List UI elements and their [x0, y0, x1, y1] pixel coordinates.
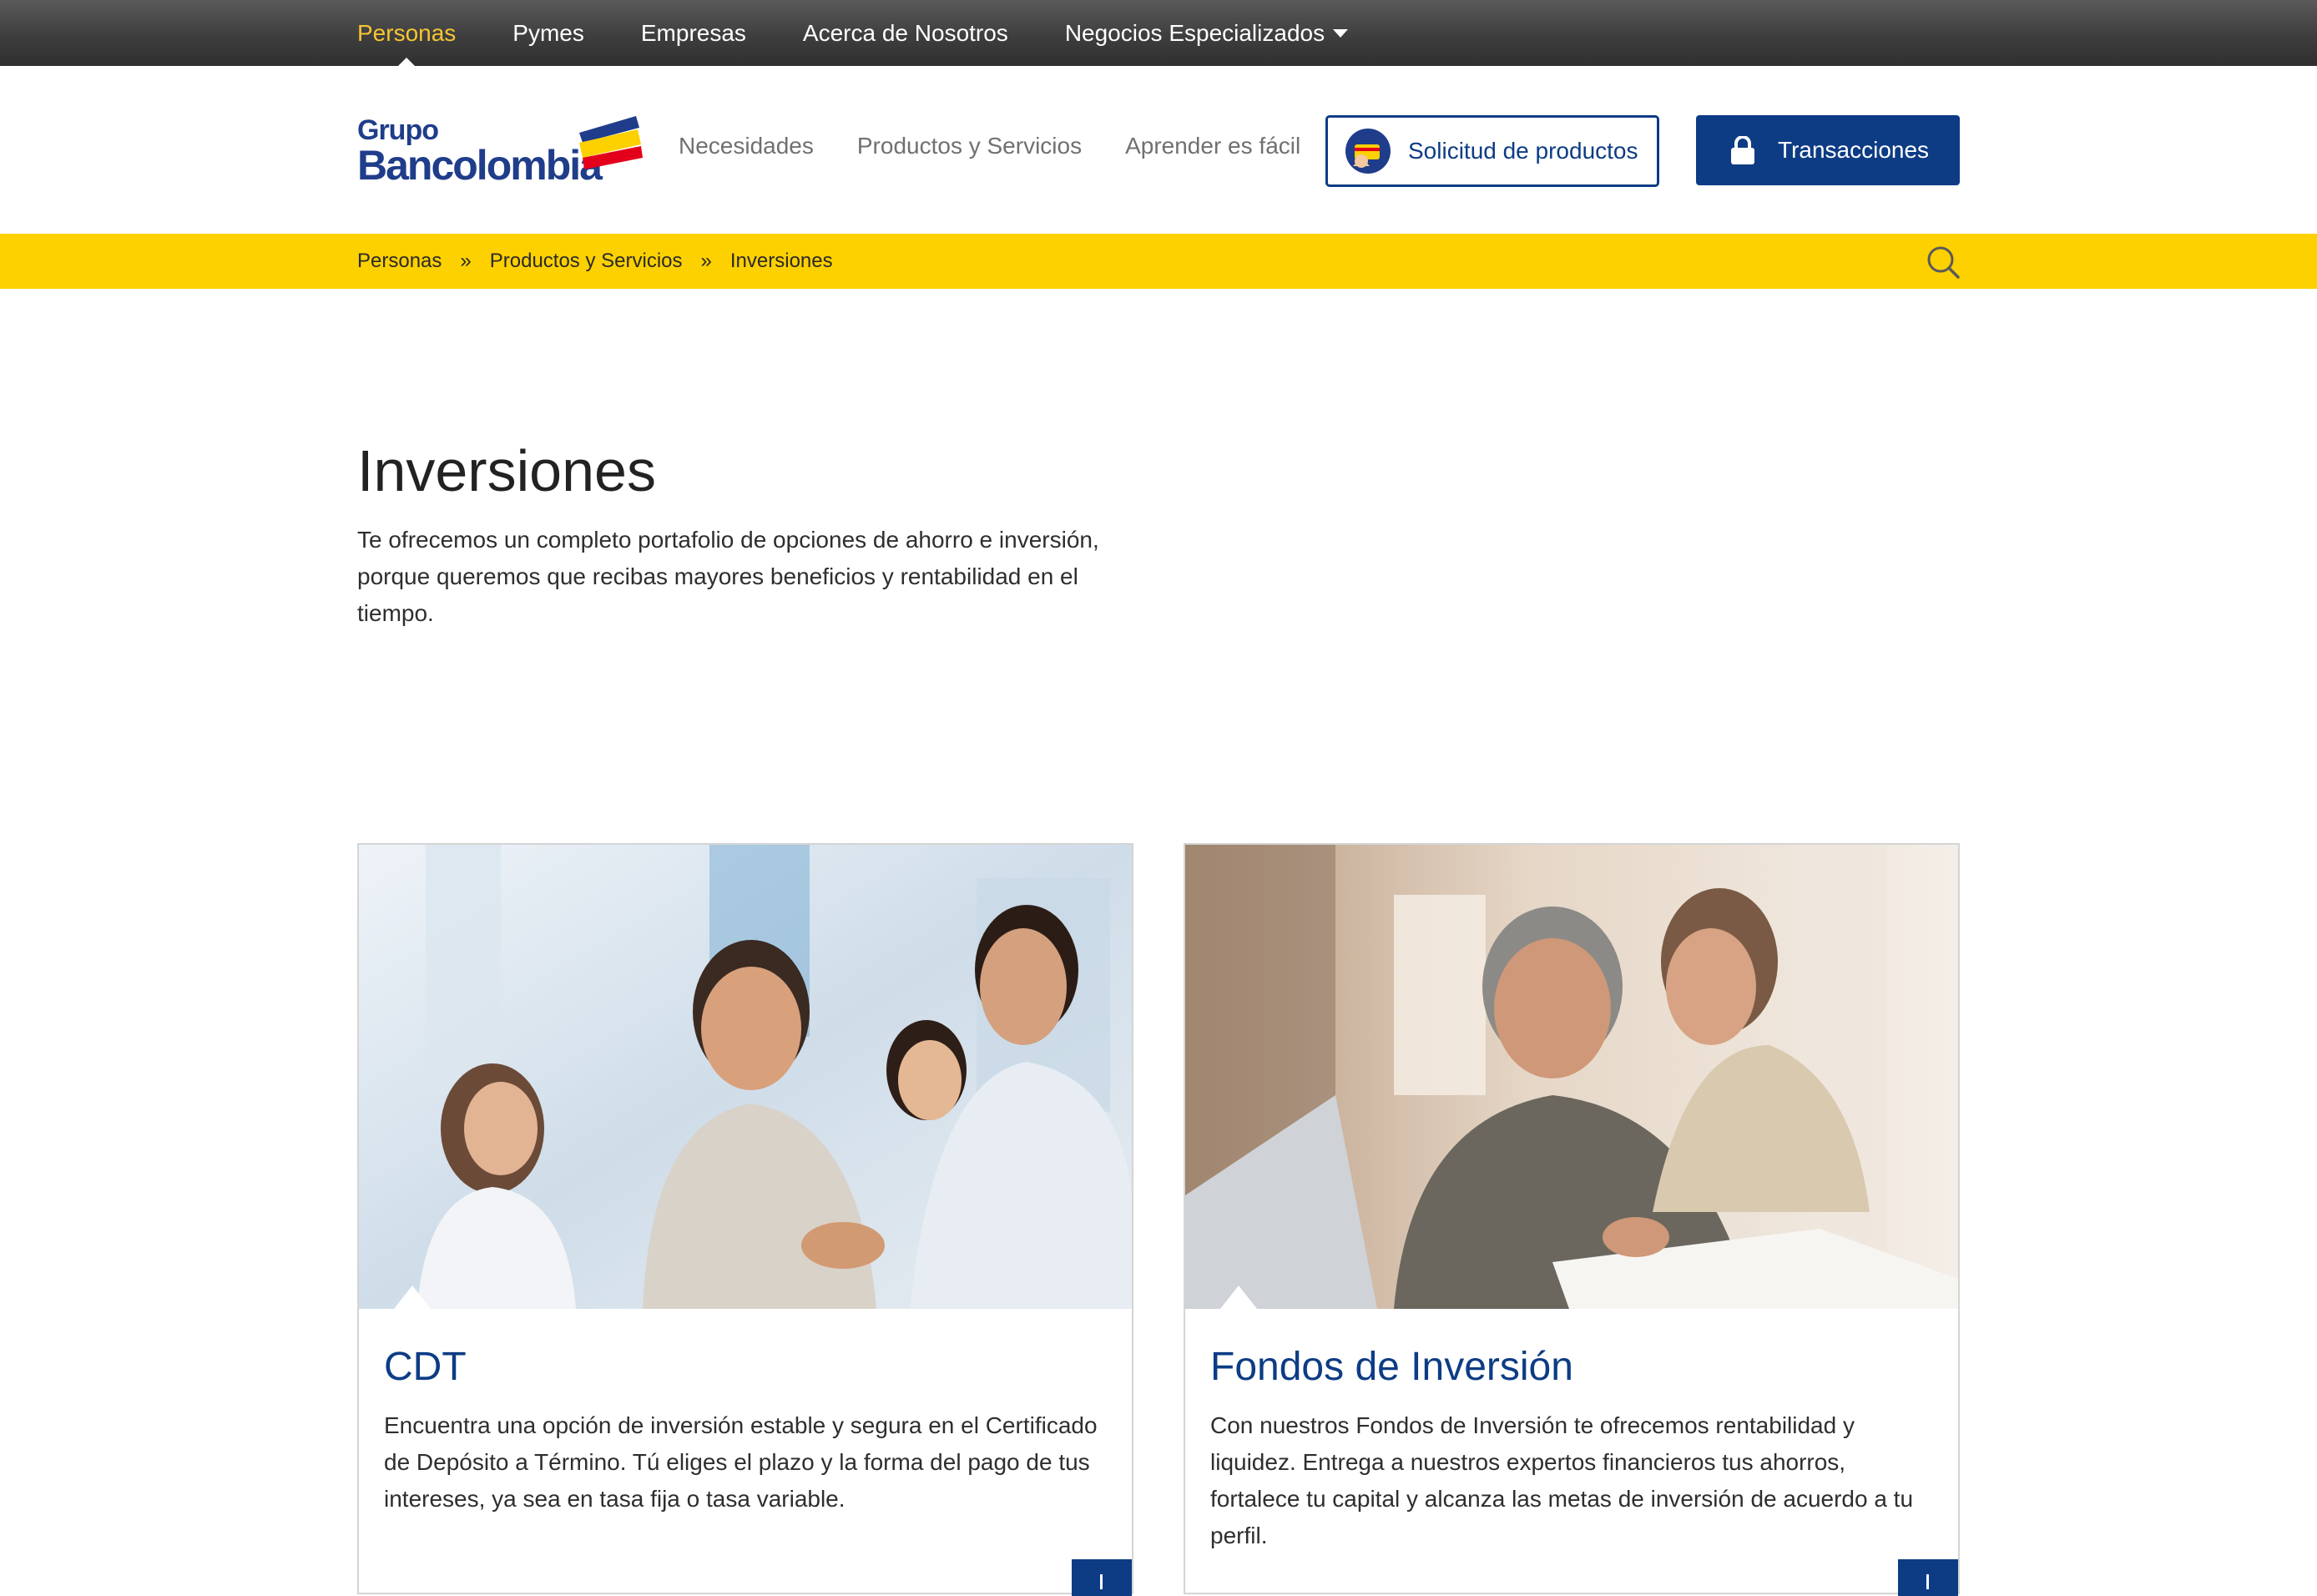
plus-icon [1100, 1574, 1103, 1589]
couple-photo [1185, 845, 1958, 1309]
top-nav-empresas[interactable]: Empresas [641, 0, 746, 66]
card-cdt-image [359, 845, 1132, 1309]
nav-necesidades[interactable]: Necesidades [679, 133, 814, 159]
card-fondos-more-button[interactable] [1898, 1559, 1958, 1596]
lock-icon [1731, 136, 1754, 164]
card-cdt-text: Encuentra una opción de inversión establ… [384, 1412, 1098, 1512]
caret-down-icon [1333, 28, 1349, 38]
solicitud-label: Solicitud de productos [1408, 138, 1638, 164]
breadcrumb-inversiones: Inversiones [729, 250, 833, 272]
top-nav-personas[interactable]: Personas [357, 0, 456, 66]
breadcrumb: Personas » Productos y Servicios » Inver… [357, 234, 1960, 289]
card-fondos-text: Con nuestros Fondos de Inversión te ofre… [1210, 1412, 1914, 1548]
nav-productos-servicios[interactable]: Productos y Servicios [857, 133, 1082, 159]
card-fondos[interactable]: Fondos de Inversión Con nuestros Fondos … [1184, 843, 1960, 1596]
handshake-photo [359, 845, 1132, 1309]
top-navigation-bar: Personas Pymes Empresas Acerca de Nosotr… [0, 0, 2317, 66]
card-fondos-image [1185, 845, 1958, 1309]
plus-icon [1926, 1574, 1929, 1589]
solicitud-productos-button[interactable]: Solicitud de productos [1325, 115, 1659, 187]
top-navigation-inner: Personas Pymes Empresas Acerca de Nosotr… [357, 0, 1960, 66]
logo-line2: Bancolombia [357, 142, 603, 189]
top-nav-pymes[interactable]: Pymes [512, 0, 584, 66]
site-header: Grupo Bancolombia Necesidades Productos … [0, 66, 2317, 234]
main-navigation: Necesidades Productos y Servicios Aprend… [679, 133, 1344, 159]
top-nav-negocios-label: Negocios Especializados [1064, 20, 1325, 46]
search-button[interactable] [1925, 244, 1961, 280]
card-cdt-more-button[interactable] [1072, 1559, 1132, 1596]
logo-flag-icon [579, 116, 643, 169]
breadcrumb-bar: Personas » Productos y Servicios » Inver… [0, 234, 2317, 289]
card-cdt[interactable]: CDT Encuentra una opción de inversión es… [357, 843, 1133, 1596]
card-cdt-title[interactable]: CDT [384, 1344, 467, 1390]
card-cdt-notch [394, 1285, 431, 1309]
nav-aprender[interactable]: Aprender es fácil [1125, 133, 1300, 159]
top-nav-acerca[interactable]: Acerca de Nosotros [803, 0, 1008, 66]
brand-logo[interactable]: Grupo Bancolombia [357, 114, 643, 189]
search-icon [1927, 246, 1960, 279]
breadcrumb-productos[interactable]: Productos y Servicios [490, 250, 683, 273]
transacciones-button[interactable]: Transacciones [1696, 115, 1960, 185]
breadcrumb-separator: » [700, 250, 712, 272]
transacciones-label: Transacciones [1778, 137, 1930, 163]
product-request-icon [1345, 129, 1391, 174]
page-title: Inversiones [357, 438, 656, 503]
top-nav-negocios[interactable]: Negocios Especializados [1064, 0, 1349, 66]
card-fondos-title[interactable]: Fondos de Inversión [1210, 1344, 1573, 1390]
breadcrumb-separator: » [460, 250, 472, 272]
page-intro: Te ofrecemos un completo portafolio de o… [357, 527, 1099, 626]
breadcrumb-personas[interactable]: Personas [357, 250, 442, 273]
card-fondos-notch [1220, 1285, 1257, 1309]
